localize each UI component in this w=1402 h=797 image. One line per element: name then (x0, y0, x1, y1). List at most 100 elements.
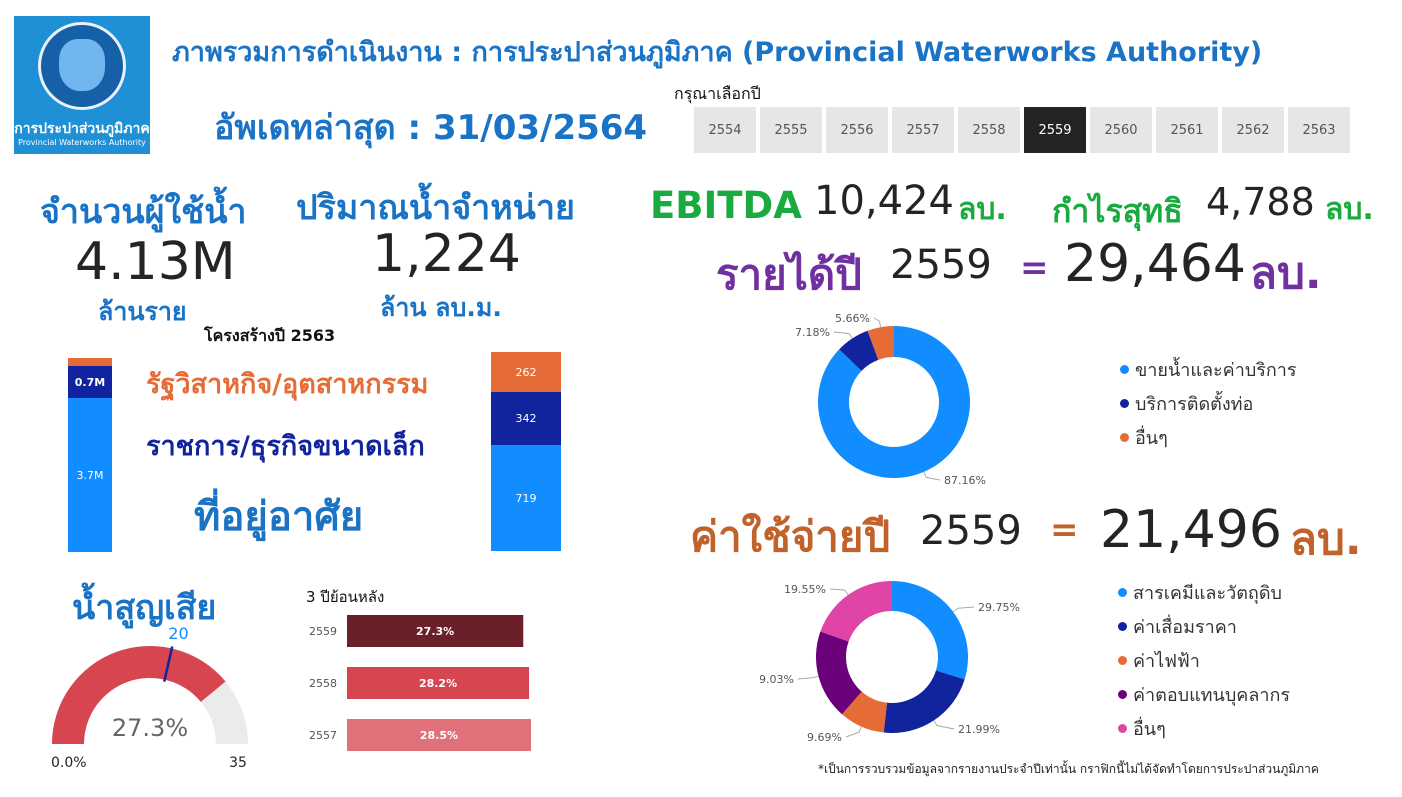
donut-slice-0 (892, 581, 968, 680)
legend-dot-icon (1118, 621, 1127, 631)
donut-data-label: 7.18% (795, 326, 830, 339)
expense-equals: = (1050, 510, 1079, 550)
volume-bar-business: 342 (491, 392, 561, 445)
donut-leader-line (833, 331, 853, 339)
users-structure-bar: 0.7M 3.7M (68, 358, 112, 552)
revenue-donut-chart: 87.16% 7.18% 5.66% (795, 312, 986, 487)
donut-slice-4 (820, 581, 892, 642)
legend-label: ค่าตอบแทนบุคลากร (1133, 684, 1291, 706)
year-slicer-label: กรุณาเลือกปี (674, 84, 761, 103)
legend-dot-icon (1120, 398, 1129, 408)
year-button-2561[interactable]: 2561 (1156, 107, 1218, 153)
legend-label: สารเคมีและวัตถุดิบ (1133, 582, 1282, 604)
net-profit-value: 4,788 (1206, 180, 1315, 224)
legend-dot-icon (1120, 364, 1129, 374)
history-bar-label: 28.2% (419, 677, 457, 690)
year-button-2557[interactable]: 2557 (892, 107, 954, 153)
legend-item[interactable]: ค่าไฟฟ้า (1118, 643, 1290, 677)
donut-leader-line (845, 726, 862, 738)
volume-unit: ล้าน ลบ.ม. (380, 293, 502, 322)
users-bar-industry (68, 358, 112, 366)
donut-data-label: 87.16% (944, 474, 986, 487)
expense-label: ค่าใช้จ่ายปี (690, 512, 891, 561)
pwa-logo: การประปาส่วนภูมิภาค Provincial Waterwork… (14, 16, 150, 154)
donut-slice-1 (883, 670, 965, 733)
legend-item[interactable]: บริการติดตั้งท่อ (1120, 386, 1297, 420)
users-value: 4.13M (75, 232, 236, 292)
expense-legend: สารเคมีและวัตถุดิบค่าเสื่อมราคาค่าไฟฟ้าค… (1118, 575, 1290, 745)
legend-item[interactable]: ค่าตอบแทนบุคลากร (1118, 677, 1290, 711)
structure-title: โครงสร้างปี 2563 (204, 326, 336, 345)
volume-bar-industry: 262 (491, 352, 561, 392)
donut-data-label: 29.75% (978, 601, 1020, 614)
donut-data-label: 19.55% (784, 583, 826, 596)
water-loss-history-chart: 2559 27.3% 2558 28.2% 2557 28.5% (309, 615, 531, 751)
year-button-2562[interactable]: 2562 (1222, 107, 1284, 153)
water-loss-gauge: 20 27.3% 0.0% 35 (51, 624, 248, 770)
legend-label: ค่าเสื่อมราคา (1133, 616, 1237, 638)
legend-item[interactable]: อื่นๆ (1118, 711, 1290, 745)
donut-leader-line (829, 588, 849, 596)
year-button-2556[interactable]: 2556 (826, 107, 888, 153)
revenue-equals: = (1020, 248, 1049, 288)
donut-leader-line (797, 675, 819, 680)
donut-data-label: 19.03% (760, 673, 794, 686)
revenue-label: รายได้ปี (716, 250, 862, 299)
legend-dot-icon (1118, 689, 1127, 699)
ebitda-unit: ลบ. (958, 192, 1007, 227)
legend-item[interactable]: อื่นๆ (1120, 420, 1297, 454)
legend-item[interactable]: ค่าเสื่อมราคา (1118, 609, 1290, 643)
gauge-target-label: 20 (168, 624, 188, 643)
last-updated: อัพเดทล่าสุด : 31/03/2564 (214, 108, 648, 148)
year-button-2558[interactable]: 2558 (958, 107, 1020, 153)
logo-text-english: Provincial Waterworks Authority (18, 138, 146, 147)
category-business-label: ราชการ/ธุรกิจขนาดเล็ก (146, 431, 425, 462)
revenue-value: 29,464 (1064, 234, 1246, 294)
revenue-unit: ลบ. (1250, 248, 1322, 299)
legend-dot-icon (1120, 432, 1129, 442)
volume-value: 1,224 (372, 224, 521, 284)
gauge-max-label: 35 (229, 755, 247, 770)
volume-structure-bar: 262 342 719 (491, 352, 561, 551)
legend-label: อื่นๆ (1135, 427, 1168, 449)
expense-value: 21,496 (1100, 500, 1282, 560)
year-button-2563[interactable]: 2563 (1288, 107, 1350, 153)
year-slicer[interactable]: 2554 2555 2556 2557 2558 2559 2560 2561 2562 2563 (694, 107, 1354, 153)
expense-year: 2559 (920, 508, 1022, 554)
gauge-value-label: 27.3% (112, 714, 188, 742)
net-profit-unit: ลบ. (1325, 192, 1374, 227)
donut-leader-line (923, 471, 941, 481)
year-button-2559[interactable]: 2559 (1024, 107, 1086, 153)
legend-item[interactable]: ขายน้ำและค่าบริการ (1120, 352, 1297, 386)
category-residential-label: ที่อยู่อาศัย (194, 494, 364, 540)
donut-leader-line (933, 720, 955, 730)
year-button-2555[interactable]: 2555 (760, 107, 822, 153)
legend-label: บริการติดตั้งท่อ (1135, 393, 1254, 415)
page-title: ภาพรวมการดำเนินงาน : การประปาส่วนภูมิภาค… (172, 37, 1263, 68)
pwa-emblem-icon (38, 22, 126, 110)
legend-item[interactable]: สารเคมีและวัตถุดิบ (1118, 575, 1290, 609)
expense-donut-chart: 29.75% 21.99% 9.69% 19.03% 19.55% (760, 581, 1020, 744)
donut-data-label: 21.99% (958, 723, 1000, 736)
users-bar-residential: 3.7M (68, 398, 112, 552)
donut-leader-line (873, 317, 882, 328)
donut-leader-line (952, 606, 975, 613)
donut-data-label: 5.66% (835, 312, 870, 325)
gauge-min-label: 0.0% (51, 755, 87, 770)
year-button-2554[interactable]: 2554 (694, 107, 756, 153)
history-year-label: 2559 (309, 625, 337, 638)
legend-dot-icon (1118, 655, 1127, 665)
history-year-label: 2558 (309, 677, 337, 690)
legend-dot-icon (1118, 587, 1127, 597)
footnote: *เป็นการรวบรวมข้อมูลจากรายงานประจำปีเท่า… (818, 762, 1319, 776)
net-profit-label: กำไรสุทธิ (1052, 192, 1183, 230)
year-button-2560[interactable]: 2560 (1090, 107, 1152, 153)
users-label: จำนวนผู้ใช้น้ำ (40, 192, 247, 232)
revenue-year: 2559 (890, 242, 992, 288)
ebitda-value: 10,424 (814, 178, 954, 224)
legend-label: อื่นๆ (1133, 718, 1166, 740)
logo-text-thai: การประปาส่วนภูมิภาค (14, 121, 150, 137)
history-bar-label: 28.5% (420, 729, 458, 742)
revenue-legend: ขายน้ำและค่าบริการบริการติดตั้งท่ออื่นๆ (1120, 352, 1297, 454)
expense-unit: ลบ. (1290, 514, 1362, 565)
